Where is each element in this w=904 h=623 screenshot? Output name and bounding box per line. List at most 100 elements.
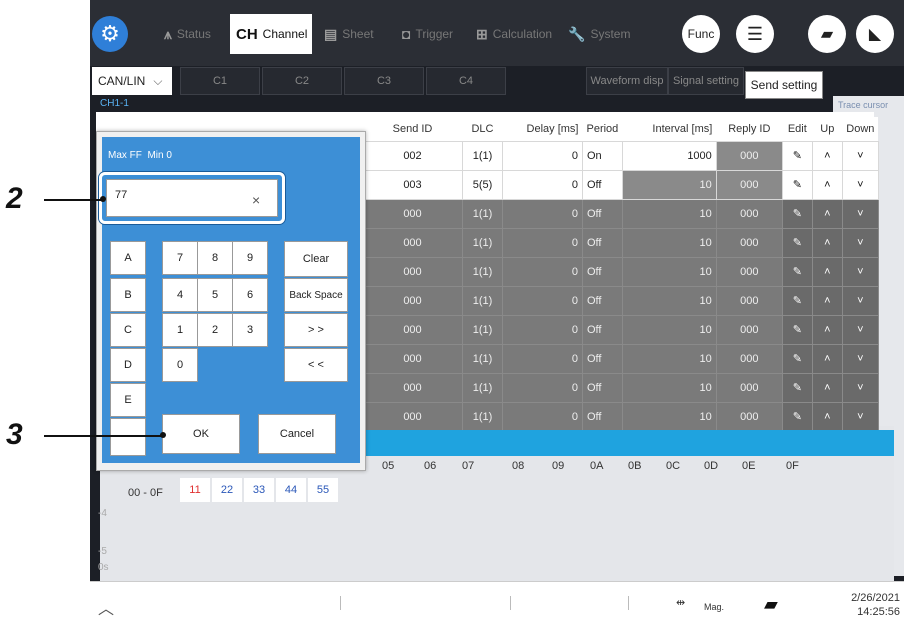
- subtab-c4[interactable]: C4: [426, 67, 506, 95]
- key-1[interactable]: 1: [162, 313, 198, 347]
- tab-calculation[interactable]: ⊞ Calculation: [470, 14, 558, 54]
- key-7[interactable]: 7: [162, 241, 198, 275]
- table-row[interactable]: 000 1(1) 0 Off 10 000 ✎ ˄ ˅: [362, 401, 879, 432]
- ok-button[interactable]: OK: [162, 414, 240, 454]
- subtab-waveform-disp[interactable]: Waveform disp: [586, 67, 668, 95]
- cursor-right-button[interactable]: > >: [284, 313, 348, 347]
- edit-pencil-icon[interactable]: ✎: [781, 256, 813, 287]
- edit-pencil-icon[interactable]: ✎: [781, 198, 813, 229]
- key-4[interactable]: 4: [162, 278, 198, 312]
- down-chevron-icon[interactable]: ˅: [841, 198, 879, 229]
- key-b[interactable]: B: [110, 278, 146, 312]
- func-button[interactable]: Func: [682, 15, 720, 53]
- tab-status[interactable]: ⩚ Status: [158, 14, 217, 54]
- edit-pencil-icon[interactable]: ✎: [781, 140, 813, 171]
- down-chevron-icon[interactable]: ˅: [841, 401, 879, 432]
- axis-mark: -4: [98, 508, 107, 519]
- table-row[interactable]: 000 1(1) 0 Off 10 000 ✎ ˄ ˅: [362, 343, 879, 374]
- magnify-xy-icon[interactable]: ⇹: [676, 596, 685, 609]
- edit-pencil-icon[interactable]: ✎: [781, 227, 813, 258]
- table-row[interactable]: 000 1(1) 0 Off 10 000 ✎ ˄ ˅: [362, 198, 879, 229]
- down-chevron-icon[interactable]: ˅: [841, 285, 879, 316]
- list-icon[interactable]: ☰: [736, 15, 774, 53]
- table-row[interactable]: 002 1(1) 0 On 1000 000 ✎ ˄ ˅: [362, 140, 879, 171]
- down-chevron-icon[interactable]: ˅: [841, 169, 879, 200]
- edit-pencil-icon[interactable]: ✎: [781, 169, 813, 200]
- cursor-left-button[interactable]: < <: [284, 348, 348, 382]
- up-chevron-icon[interactable]: ˄: [811, 285, 843, 316]
- up-chevron-icon[interactable]: ˄: [811, 343, 843, 374]
- key-3[interactable]: 3: [232, 313, 268, 347]
- key-6[interactable]: 6: [232, 278, 268, 312]
- down-chevron-icon[interactable]: ˅: [841, 372, 879, 403]
- separator: [628, 596, 629, 610]
- edit-pencil-icon[interactable]: ✎: [781, 401, 813, 432]
- hex-col-header: 08: [512, 460, 525, 472]
- settings-gear-icon[interactable]: ⚙: [92, 16, 128, 52]
- folder-icon[interactable]: ▰: [808, 15, 846, 53]
- key-5[interactable]: 5: [197, 278, 233, 312]
- hex-cell[interactable]: 55: [308, 478, 338, 502]
- table-row[interactable]: 000 1(1) 0 Off 10 000 ✎ ˄ ˅: [362, 285, 879, 316]
- tab-trigger[interactable]: ◘ Trigger: [396, 14, 459, 54]
- table-row[interactable]: 000 1(1) 0 Off 10 000 ✎ ˄ ˅: [362, 256, 879, 287]
- chevron-up-icon[interactable]: ︿: [98, 595, 114, 619]
- right-item-trace-cursor[interactable]: Trace cursor: [838, 100, 888, 110]
- up-chevron-icon[interactable]: ˄: [811, 372, 843, 403]
- key-2[interactable]: 2: [197, 313, 233, 347]
- edit-pencil-icon[interactable]: ✎: [781, 314, 813, 345]
- axis-mark: -5: [98, 546, 107, 557]
- subtab-c2[interactable]: C2: [262, 67, 342, 95]
- clear-button[interactable]: Clear: [284, 241, 348, 277]
- key-c[interactable]: C: [110, 313, 146, 347]
- up-chevron-icon[interactable]: ˄: [811, 140, 843, 171]
- hex-cell[interactable]: 33: [244, 478, 274, 502]
- hex-cell[interactable]: 11: [180, 478, 210, 502]
- key-f[interactable]: [110, 418, 146, 456]
- table-row[interactable]: 000 1(1) 0 Off 10 000 ✎ ˄ ˅: [362, 227, 879, 258]
- table-row[interactable]: 003 5(5) 0 Off 10 000 ✎ ˄ ˅: [362, 169, 879, 200]
- key-e[interactable]: E: [110, 383, 146, 417]
- expand-icon[interactable]: ◣: [856, 15, 894, 53]
- subtab-send-setting[interactable]: Send setting: [745, 71, 823, 99]
- up-chevron-icon[interactable]: ˄: [811, 401, 843, 432]
- mag-label: Mag.: [704, 602, 725, 612]
- up-chevron-icon[interactable]: ˄: [811, 169, 843, 200]
- usb-drive-icon[interactable]: ▰: [764, 594, 778, 615]
- down-chevron-icon[interactable]: ˅: [841, 256, 879, 287]
- wrench-icon: 🔧: [568, 25, 586, 42]
- up-chevron-icon[interactable]: ˄: [811, 256, 843, 287]
- down-chevron-icon[interactable]: ˅: [841, 314, 879, 345]
- hex-cell[interactable]: 22: [212, 478, 242, 502]
- key-0[interactable]: 0: [162, 348, 198, 382]
- bus-type-select[interactable]: CAN/LIN ⌵: [92, 67, 172, 95]
- up-chevron-icon[interactable]: ˄: [811, 227, 843, 258]
- key-a[interactable]: A: [110, 241, 146, 275]
- up-chevron-icon[interactable]: ˄: [811, 198, 843, 229]
- tab-channel[interactable]: CH Channel: [230, 14, 312, 54]
- key-d[interactable]: D: [110, 348, 146, 382]
- trigger-icon: ◘: [402, 26, 411, 42]
- subtab-c1[interactable]: C1: [180, 67, 260, 95]
- table-row[interactable]: 000 1(1) 0 Off 10 000 ✎ ˄ ˅: [362, 372, 879, 403]
- key-9[interactable]: 9: [232, 241, 268, 275]
- down-chevron-icon[interactable]: ˅: [841, 140, 879, 171]
- backspace-button[interactable]: Back Space: [284, 278, 348, 312]
- callout-number-2: 2: [6, 182, 23, 215]
- calculation-icon: ⊞: [476, 25, 488, 42]
- table-row[interactable]: 000 1(1) 0 Off 10 000 ✎ ˄ ˅: [362, 314, 879, 345]
- up-chevron-icon[interactable]: ˄: [811, 314, 843, 345]
- down-chevron-icon[interactable]: ˅: [841, 227, 879, 258]
- cancel-button[interactable]: Cancel: [258, 414, 336, 454]
- hex-cell[interactable]: 44: [276, 478, 306, 502]
- clear-input-icon[interactable]: ×: [252, 192, 260, 208]
- subtab-signal-setting[interactable]: Signal setting: [668, 67, 744, 95]
- edit-pencil-icon[interactable]: ✎: [781, 285, 813, 316]
- edit-pencil-icon[interactable]: ✎: [781, 372, 813, 403]
- tab-system[interactable]: 🔧 System: [562, 14, 636, 54]
- subtab-c3[interactable]: C3: [344, 67, 424, 95]
- key-8[interactable]: 8: [197, 241, 233, 275]
- edit-pencil-icon[interactable]: ✎: [781, 343, 813, 374]
- down-chevron-icon[interactable]: ˅: [841, 343, 879, 374]
- tab-sheet[interactable]: ▤ Sheet: [318, 14, 380, 54]
